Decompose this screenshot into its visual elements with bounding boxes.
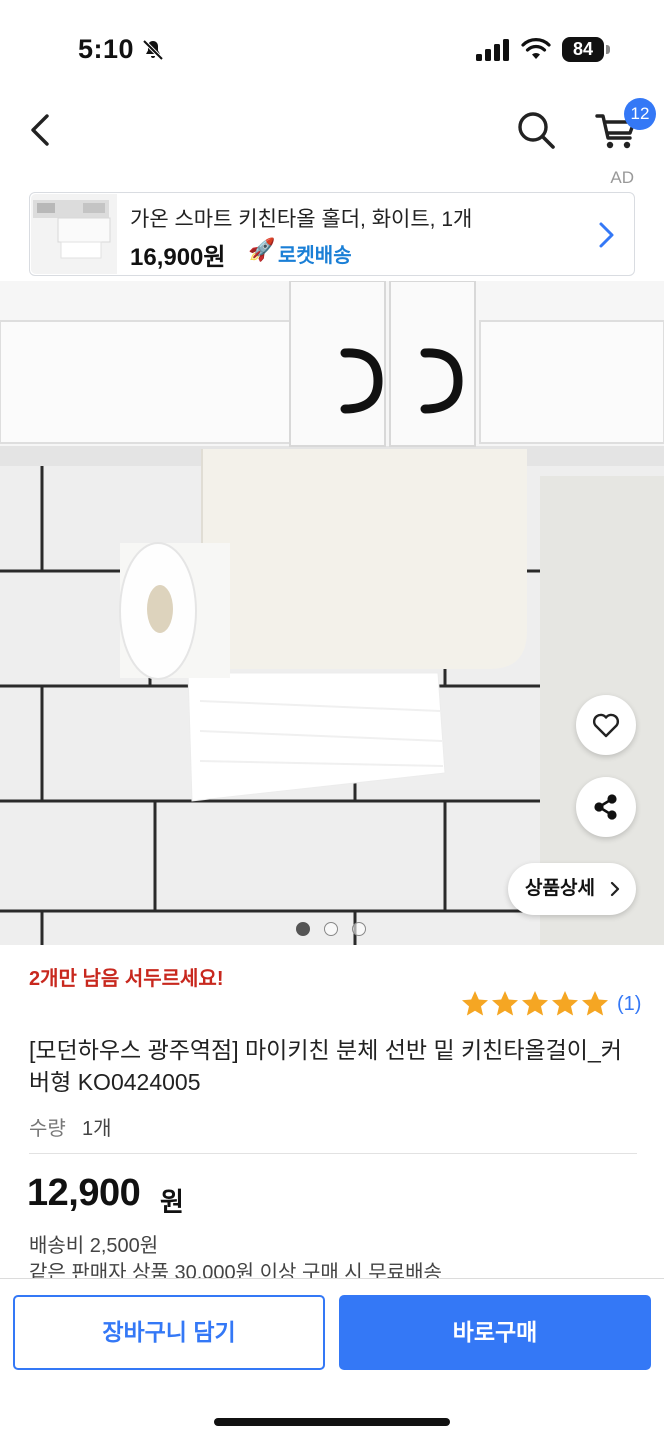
buy-now-button[interactable]: 바로구매: [339, 1295, 651, 1370]
wifi-icon: [521, 38, 551, 59]
battery-level: 84: [562, 37, 604, 62]
product-price: 12,900: [27, 1172, 141, 1214]
search-icon[interactable]: [514, 108, 558, 152]
product-photo: [0, 281, 664, 945]
chevron-right-icon: [610, 881, 620, 897]
quantity-label: 수량: [29, 1118, 66, 1140]
status-time: 5:10: [78, 34, 135, 64]
ad-product-thumbnail: [31, 194, 117, 274]
stock-urgency-notice: 2개만 남음 서두르세요!: [29, 968, 224, 990]
star-icon: [582, 991, 608, 1016]
wishlist-button[interactable]: [576, 695, 636, 755]
price-currency: 원: [160, 1187, 184, 1217]
bell-slash-icon: [142, 39, 164, 61]
chevron-right-icon: [599, 222, 614, 248]
product-detail-button[interactable]: 상품상세: [508, 863, 636, 915]
share-icon: [594, 794, 617, 820]
share-button[interactable]: [576, 777, 636, 837]
product-detail-label: 상품상세: [525, 878, 595, 899]
star-icon: [552, 991, 578, 1016]
ad-banner[interactable]: 가온 스마트 키친타올 홀더, 화이트, 1개 16,900원 🚀 로켓배송: [29, 192, 635, 276]
star-icon: [462, 991, 488, 1016]
rocket-icon: 🚀: [248, 237, 276, 262]
battery-icon: 84: [562, 37, 610, 62]
review-count-link[interactable]: (1): [617, 993, 641, 1016]
add-to-cart-button[interactable]: 장바구니 담기: [13, 1295, 325, 1370]
cart-count-badge: 12: [624, 98, 656, 130]
free-shipping-info: 같은 판매자 상품 30,000원 이상 구매 시 무료배송: [29, 1262, 442, 1280]
top-nav: [0, 96, 664, 186]
divider: [29, 1153, 637, 1154]
ad-label: AD: [610, 168, 634, 187]
ad-title: 가온 스마트 키친타올 홀더, 화이트, 1개: [130, 208, 473, 231]
signal-icon: [476, 39, 509, 61]
rocket-delivery-label: 로켓배송: [278, 245, 352, 267]
star-icon: [522, 991, 548, 1016]
gallery-dot[interactable]: [296, 922, 310, 936]
product-title: [모던하우스 광주역점] 마이키친 분체 선반 밑 키친타올걸이_커버형 KO0…: [29, 1037, 622, 1095]
back-icon[interactable]: [22, 110, 62, 150]
gallery-dot[interactable]: [324, 922, 338, 936]
status-bar: 5:10 84: [0, 0, 664, 96]
home-indicator[interactable]: [214, 1418, 450, 1426]
shipping-fee: 배송비 2,500원: [29, 1235, 159, 1257]
bottom-action-bar: 장바구니 담기 바로구매: [0, 1278, 664, 1440]
heart-icon: [592, 713, 620, 738]
gallery-dot[interactable]: [352, 922, 366, 936]
quantity-value: 1개: [82, 1118, 112, 1140]
ad-price: 16,900원: [130, 244, 226, 271]
star-icon: [492, 991, 518, 1016]
product-image-gallery[interactable]: 상품상세: [0, 281, 664, 945]
